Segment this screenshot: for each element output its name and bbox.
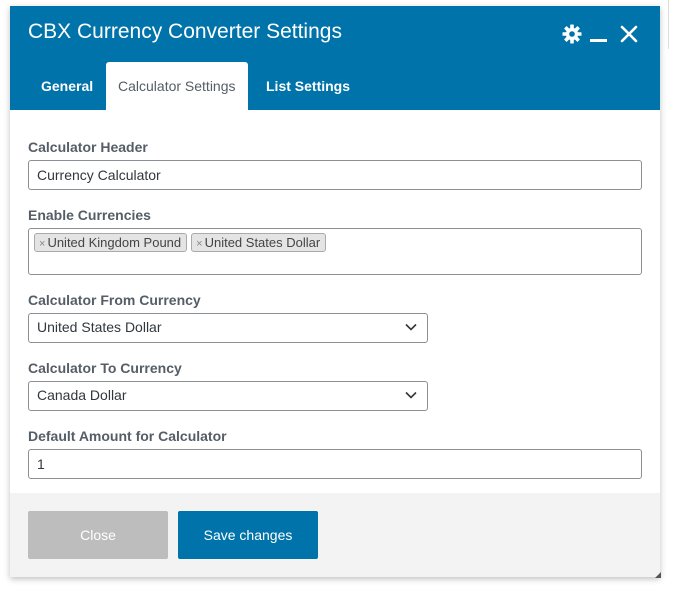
from-currency-select[interactable]: United States Dollar [28, 313, 428, 343]
to-currency-select[interactable]: Canada Dollar [28, 381, 428, 411]
calculator-header-input[interactable] [28, 160, 642, 190]
chevron-down-icon [405, 391, 417, 399]
calculator-settings-panel: Calculator Header Enable Currencies ×Uni… [10, 110, 660, 493]
remove-chip-icon[interactable]: × [39, 238, 45, 250]
dialog-header: CBX Currency Converter Settings General … [10, 6, 660, 110]
from-currency-label: Calculator From Currency [28, 292, 201, 308]
resize-handle[interactable] [655, 572, 661, 578]
to-currency-value: Canada Dollar [37, 387, 127, 403]
close-icon[interactable] [619, 24, 639, 44]
tab-bar: General Calculator Settings List Setting… [10, 62, 660, 110]
chip-label: United States Dollar [204, 235, 321, 250]
gear-icon[interactable] [562, 24, 582, 44]
settings-dialog: CBX Currency Converter Settings General … [10, 6, 660, 577]
tab-calculator-settings[interactable]: Calculator Settings [106, 62, 248, 110]
remove-chip-icon[interactable]: × [196, 238, 202, 250]
tab-list-settings[interactable]: List Settings [254, 62, 362, 110]
dialog-footer: Close Save changes [10, 493, 660, 577]
enable-currencies-multiselect[interactable]: × United Kingdom Pound × United States Doll… [28, 228, 642, 275]
calculator-header-label: Calculator Header [28, 139, 148, 155]
tab-general[interactable]: General [29, 62, 105, 110]
default-amount-input[interactable] [28, 449, 642, 479]
from-currency-value: United States Dollar [37, 319, 162, 335]
close-button[interactable]: Close [28, 511, 168, 559]
chip-label: United Kingdom Pound [47, 235, 182, 250]
minimize-icon[interactable] [590, 39, 607, 42]
to-currency-label: Calculator To Currency [28, 360, 182, 376]
save-changes-button[interactable]: Save changes [178, 511, 318, 559]
currency-chip: × United States Dollar [191, 233, 327, 252]
currency-chip: × United Kingdom Pound [34, 233, 188, 252]
background-divider [668, 0, 669, 49]
default-amount-label: Default Amount for Calculator [28, 428, 227, 444]
dialog-title: CBX Currency Converter Settings [28, 20, 342, 43]
chevron-down-icon [405, 323, 417, 331]
enable-currencies-label: Enable Currencies [28, 207, 151, 223]
